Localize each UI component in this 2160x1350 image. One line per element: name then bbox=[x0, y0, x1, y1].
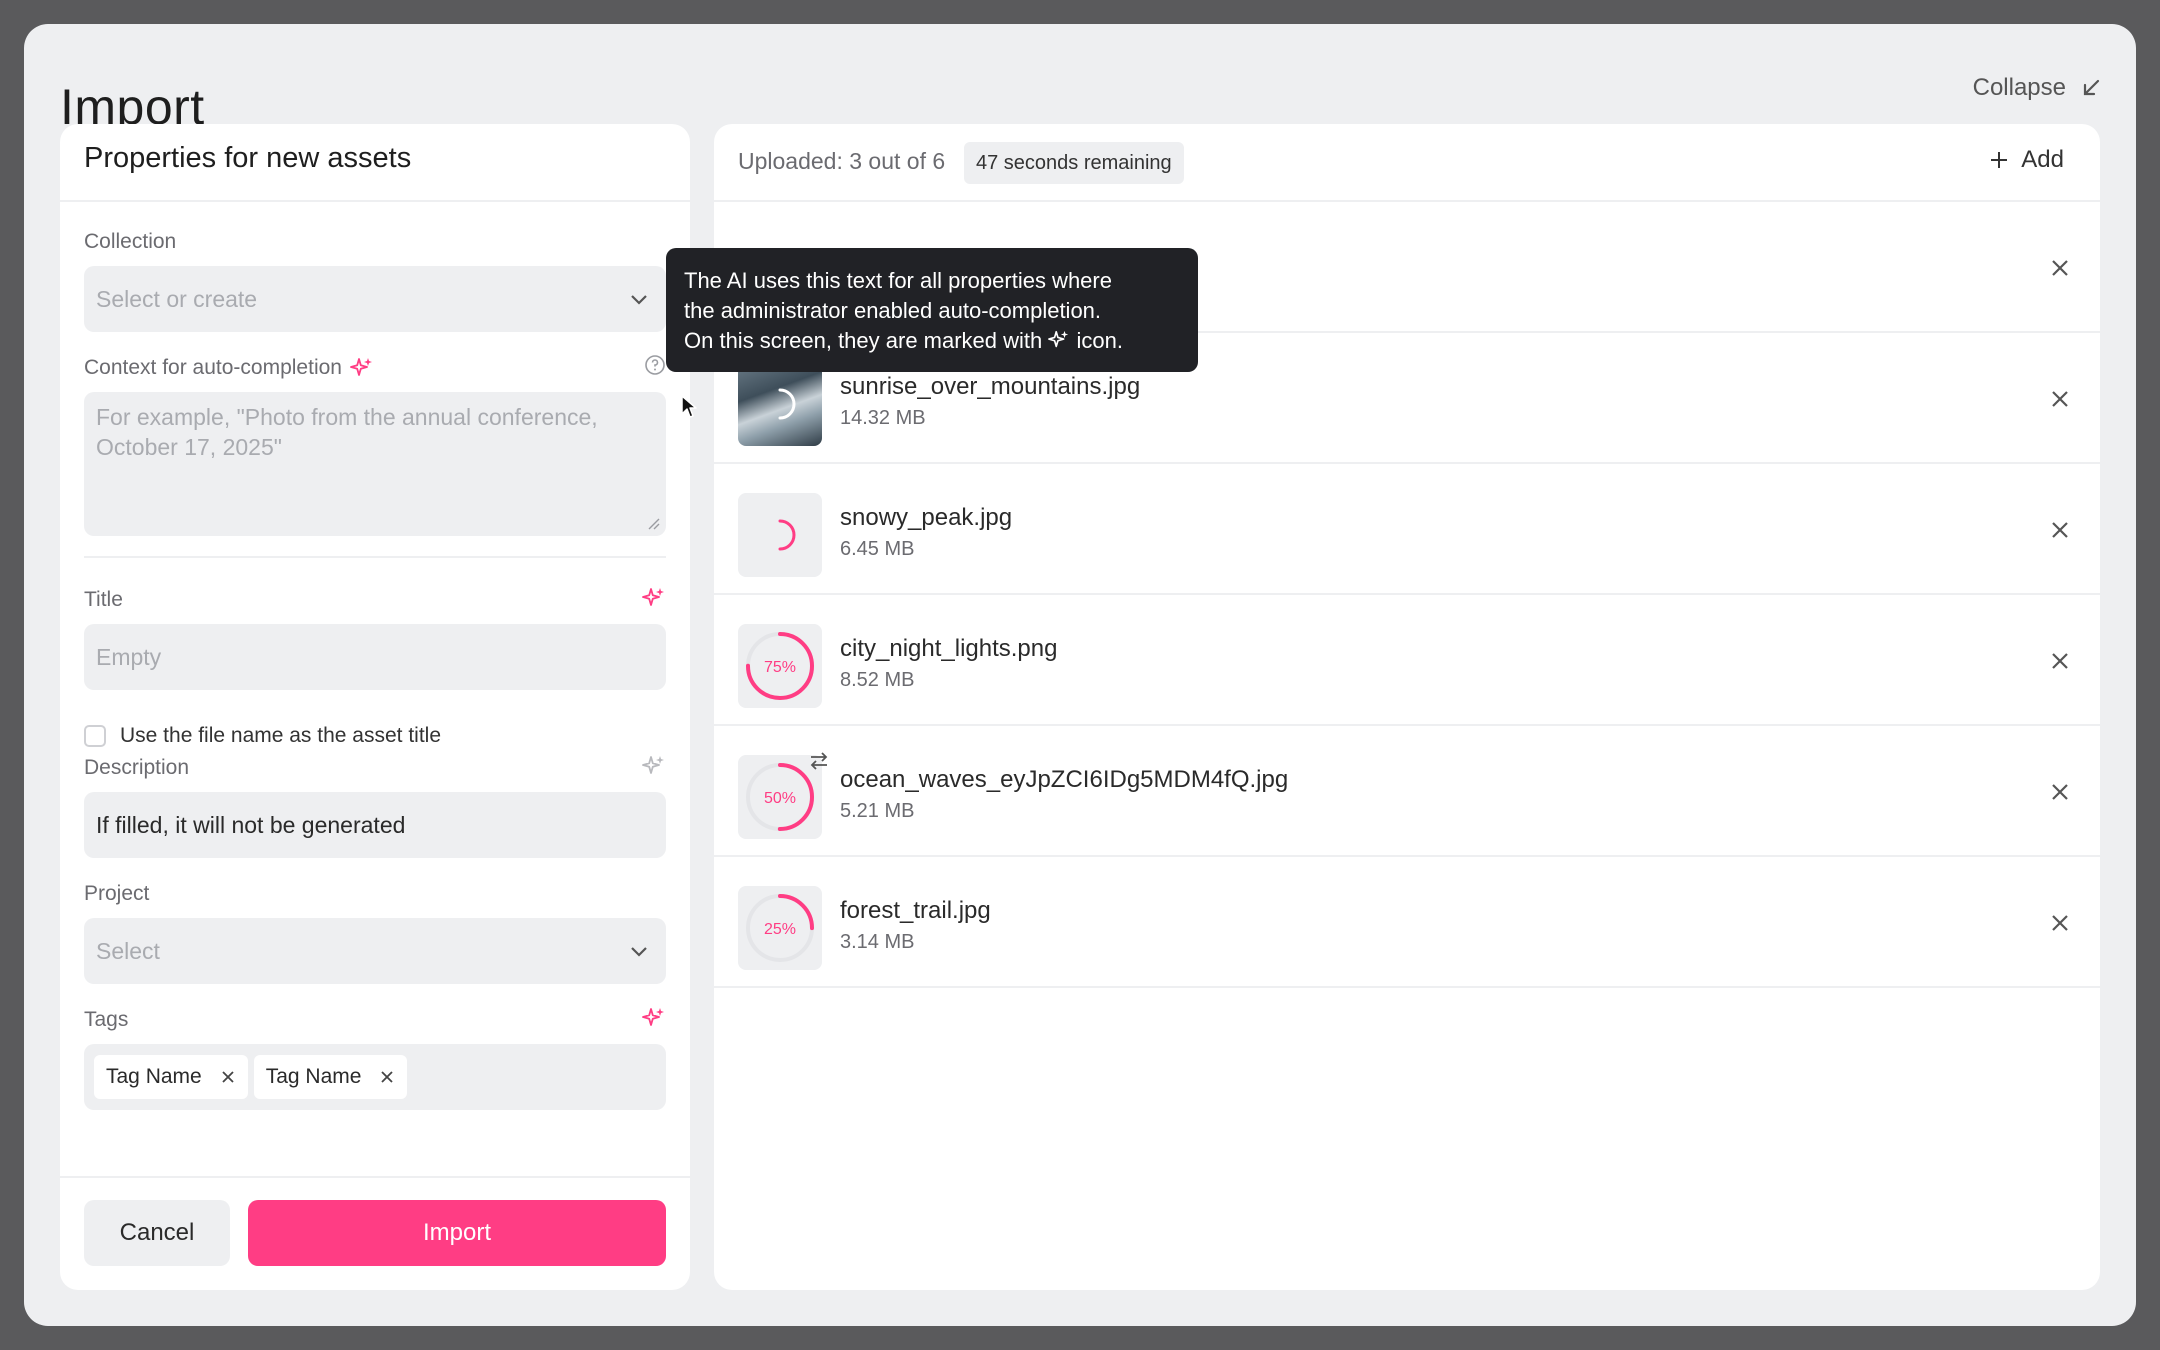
file-name: snowy_peak.jpg bbox=[840, 504, 1013, 531]
file-thumbnail bbox=[738, 362, 822, 446]
file-name: forest_trail.jpg bbox=[840, 897, 991, 924]
help-icon[interactable] bbox=[644, 354, 666, 376]
description-field: Description If filled, it will not be ge… bbox=[84, 754, 666, 858]
collection-select[interactable]: Select or create bbox=[84, 266, 666, 332]
project-label: Project bbox=[84, 882, 150, 905]
title-label: Title bbox=[84, 588, 123, 611]
progress-label: 25% bbox=[764, 921, 796, 938]
project-field: Project Select bbox=[84, 880, 666, 984]
close-icon[interactable] bbox=[2050, 389, 2070, 409]
use-filename-checkbox[interactable] bbox=[84, 725, 106, 747]
tags-input[interactable]: Tag Name Tag Name bbox=[84, 1044, 666, 1110]
progress-ring: 75% bbox=[746, 632, 814, 700]
file-thumbnail: 25% bbox=[738, 886, 822, 970]
section-divider bbox=[84, 556, 666, 558]
title-placeholder: Empty bbox=[96, 643, 162, 670]
sparkle-icon bbox=[1048, 330, 1069, 348]
tags-field: Tags Tag Name Tag Name bbox=[84, 1006, 666, 1110]
use-filename-row[interactable]: Use the file name as the asset title bbox=[84, 724, 441, 748]
file-thumbnail bbox=[738, 493, 822, 577]
close-icon[interactable] bbox=[220, 1069, 236, 1085]
import-modal: Import Collapse Properties for new asset… bbox=[24, 24, 2136, 1326]
swap-arrows-icon[interactable] bbox=[808, 750, 830, 772]
tooltip-line: On this screen, they are marked with ico… bbox=[684, 328, 1123, 353]
properties-footer: Cancel Import bbox=[60, 1176, 690, 1290]
tags-label: Tags bbox=[84, 1008, 129, 1031]
title-input[interactable]: Empty bbox=[84, 624, 666, 690]
tag-label: Tag Name bbox=[106, 1065, 202, 1088]
sparkle-icon bbox=[642, 1008, 664, 1026]
context-field: Context for auto-completion For example,… bbox=[84, 354, 666, 536]
close-icon[interactable] bbox=[2050, 258, 2070, 278]
tooltip-line: The AI uses this text for all properties… bbox=[684, 268, 1112, 293]
context-textarea[interactable]: For example, "Photo from the annual conf… bbox=[84, 392, 666, 536]
uploads-header: Uploaded: 3 out of 6 47 seconds remainin… bbox=[714, 124, 2100, 202]
file-size: 5.21 MB bbox=[840, 800, 915, 822]
description-value: If filled, it will not be generated bbox=[96, 811, 406, 838]
use-filename-label: Use the file name as the asset title bbox=[120, 724, 441, 747]
description-label: Description bbox=[84, 756, 190, 779]
chevron-down-icon bbox=[631, 295, 647, 305]
upload-status: Uploaded: 3 out of 6 bbox=[738, 148, 946, 174]
close-icon[interactable] bbox=[2050, 520, 2070, 540]
import-button[interactable]: Import bbox=[248, 1200, 666, 1266]
tooltip-line: the administrator enabled auto-completio… bbox=[684, 298, 1102, 323]
close-icon[interactable] bbox=[2050, 913, 2070, 933]
arrow-down-left-icon bbox=[2083, 79, 2100, 96]
time-remaining-badge: 47 seconds remaining bbox=[964, 142, 1184, 184]
chevron-down-icon bbox=[631, 947, 647, 957]
mouse-cursor-icon bbox=[681, 395, 697, 418]
file-name: city_night_lights.png bbox=[840, 635, 1058, 662]
collection-field: Collection Select or create bbox=[84, 228, 666, 332]
add-button[interactable]: Add bbox=[1989, 146, 2064, 174]
close-icon[interactable] bbox=[379, 1069, 395, 1085]
properties-panel: Properties for new assets Collection Sel… bbox=[60, 124, 690, 1290]
project-placeholder: Select bbox=[96, 937, 160, 964]
plus-icon bbox=[1991, 152, 2008, 168]
tags-label-row: Tags bbox=[84, 1006, 666, 1034]
context-label: Context for auto-completion bbox=[84, 356, 342, 379]
resize-handle-icon[interactable] bbox=[646, 516, 660, 530]
project-select[interactable]: Select bbox=[84, 918, 666, 984]
tag-chip: Tag Name bbox=[94, 1055, 248, 1099]
collapse-label: Collapse bbox=[1972, 74, 2066, 101]
progress-ring: 50% bbox=[746, 763, 814, 831]
properties-header: Properties for new assets bbox=[60, 124, 690, 202]
add-label: Add bbox=[2021, 146, 2064, 173]
file-row: 75% city_night_lights.png 8.52 MB bbox=[714, 595, 2100, 726]
title-field: Title Empty bbox=[84, 586, 666, 690]
file-name: sunrise_over_mountains.jpg bbox=[840, 373, 1141, 400]
sparkle-icon bbox=[350, 358, 372, 376]
file-thumbnail: 75% bbox=[738, 624, 822, 708]
file-row: snowy_peak.jpg 6.45 MB bbox=[714, 464, 2100, 595]
sparkle-icon bbox=[642, 756, 664, 774]
cancel-button[interactable]: Cancel bbox=[84, 1200, 230, 1266]
tag-label: Tag Name bbox=[265, 1065, 362, 1088]
auto-completion-tooltip: The AI uses this text for all properties… bbox=[666, 248, 1198, 372]
file-size: 6.45 MB bbox=[840, 538, 915, 560]
description-input[interactable]: If filled, it will not be generated bbox=[84, 792, 666, 858]
sparkle-icon bbox=[642, 588, 664, 606]
spinner-icon bbox=[778, 519, 796, 551]
file-row: 50% ocean_waves_eyJpZCI6IDg5MDM4fQ.jpg 5… bbox=[714, 726, 2100, 857]
progress-ring: 25% bbox=[746, 894, 814, 962]
file-size: 8.52 MB bbox=[840, 669, 915, 691]
progress-label: 75% bbox=[764, 659, 796, 676]
progress-label: 50% bbox=[764, 790, 796, 807]
title-label-row: Title bbox=[84, 586, 666, 614]
close-icon[interactable] bbox=[2050, 782, 2070, 802]
close-icon[interactable] bbox=[2050, 651, 2070, 671]
file-row: 25% forest_trail.jpg 3.14 MB bbox=[714, 857, 2100, 988]
context-placeholder: For example, "Photo from the annual conf… bbox=[96, 404, 598, 460]
file-size: 3.14 MB bbox=[840, 931, 915, 953]
spinner-icon bbox=[778, 388, 796, 420]
collection-placeholder: Select or create bbox=[96, 285, 258, 312]
file-size: 14.32 MB bbox=[840, 407, 926, 429]
file-name: ocean_waves_eyJpZCI6IDg5MDM4fQ.jpg bbox=[840, 766, 1289, 793]
description-label-row: Description bbox=[84, 754, 666, 782]
collapse-button[interactable]: Collapse bbox=[1973, 74, 2102, 102]
collection-label: Collection bbox=[84, 230, 177, 253]
context-label-row: Context for auto-completion bbox=[84, 354, 666, 382]
tag-chip: Tag Name bbox=[253, 1055, 408, 1099]
